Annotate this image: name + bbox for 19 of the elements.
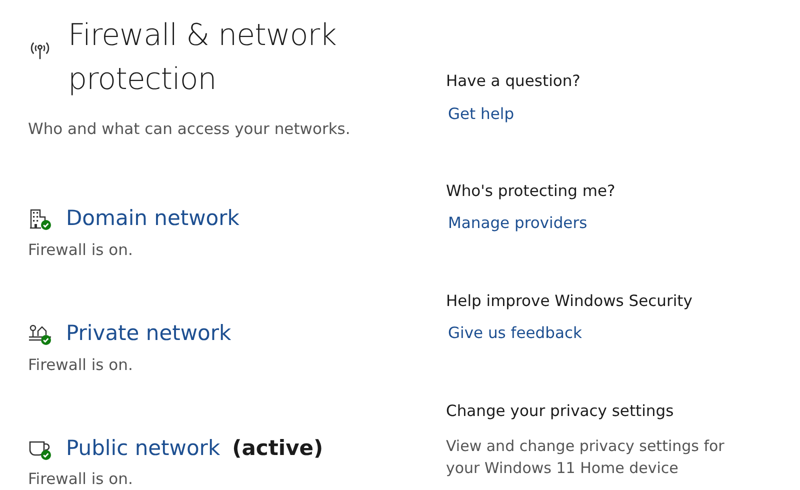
firewall-status: Firewall is on. — [28, 354, 134, 376]
section-text: View and change privacy settings for your Windows 11 Home device — [446, 436, 726, 480]
active-label: (active) — [232, 434, 324, 462]
firewall-status: Firewall is on. — [28, 240, 134, 261]
network-link[interactable]: Domain network — [66, 203, 240, 235]
building-icon — [28, 207, 52, 231]
page-subtitle: Who and what can access your networks. — [28, 119, 352, 140]
section-heading: Change your privacy settings — [446, 402, 675, 420]
help-link[interactable]: Get help — [448, 102, 514, 126]
network-link[interactable]: Private network — [66, 318, 232, 350]
network-link[interactable]: Public network — [66, 432, 220, 464]
firewall-status: Firewall is on. — [28, 469, 134, 490]
help-link[interactable]: Manage providers — [448, 212, 588, 236]
help-link[interactable]: Give us feedback — [448, 322, 582, 346]
page-title: Firewall & network protection — [68, 17, 338, 99]
section-heading: Who's protecting me? — [446, 182, 616, 200]
section-heading: Have a question? — [446, 72, 582, 91]
section-heading: Help improve Windows Security — [446, 292, 694, 310]
wireless-icon — [28, 40, 52, 60]
